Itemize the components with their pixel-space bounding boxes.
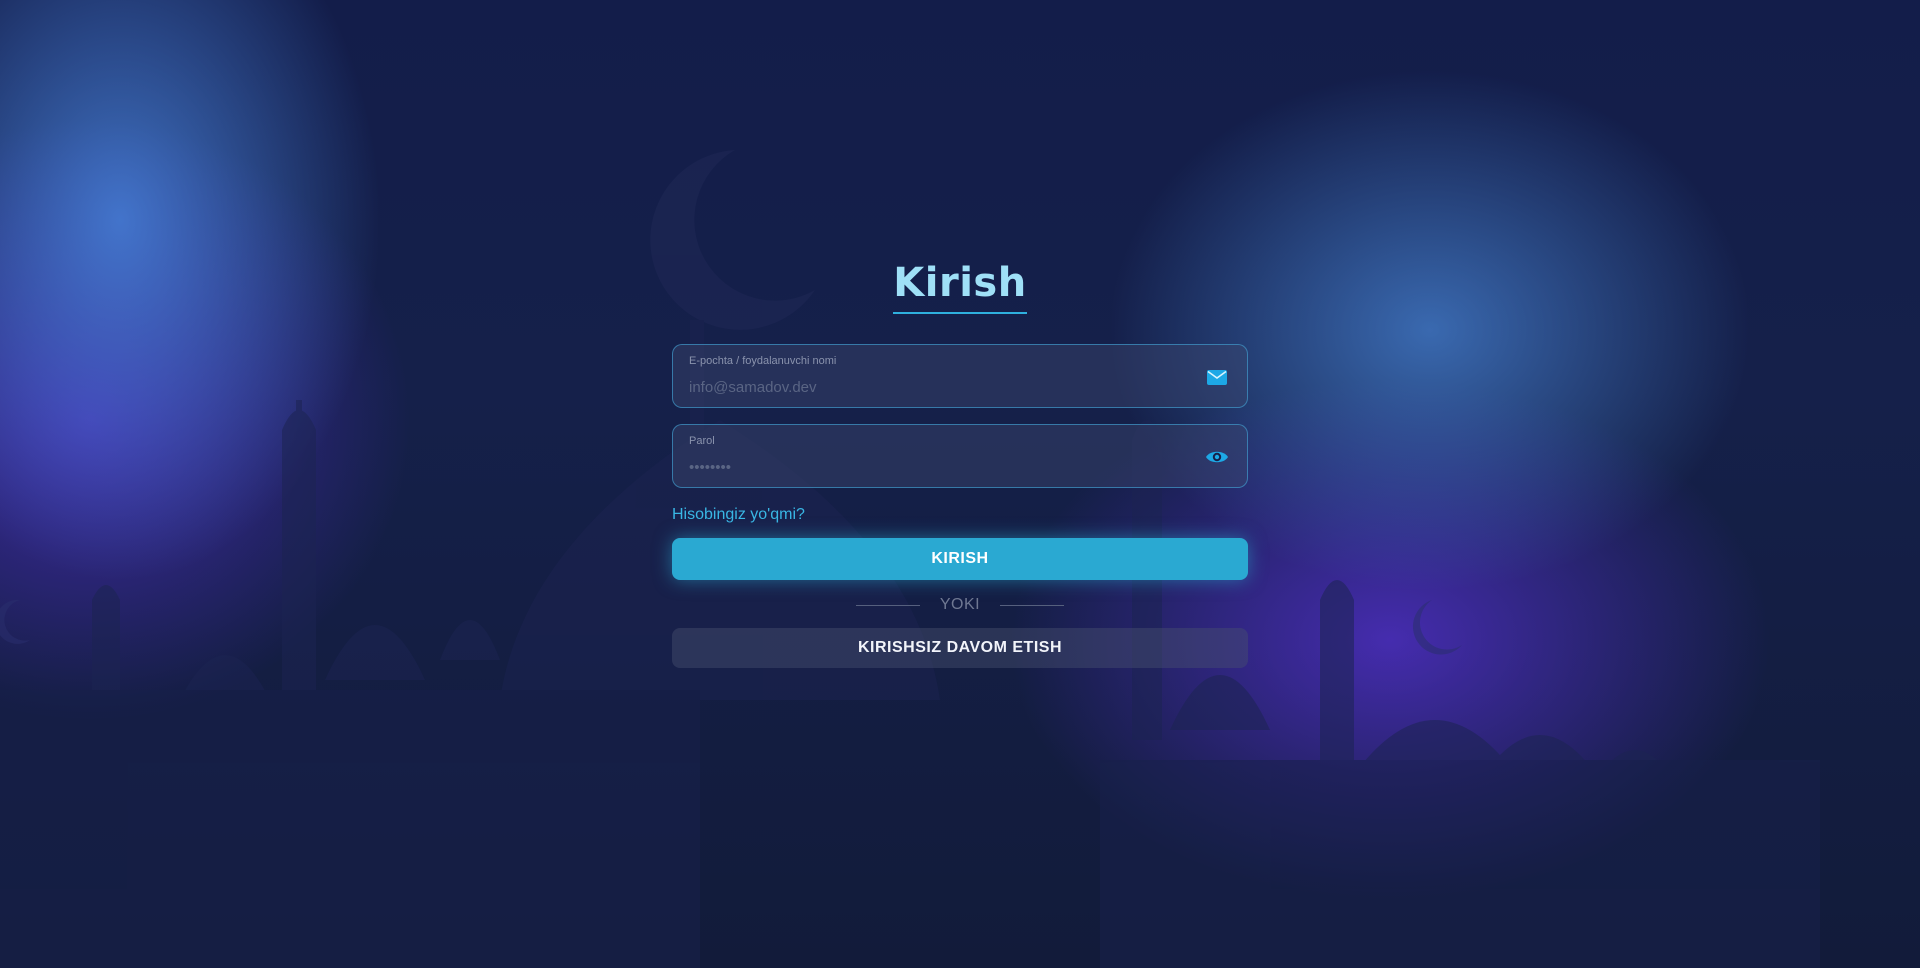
login-screen: Kirish E-pochta / foydalanuvchi nomi Par… <box>0 0 1920 968</box>
email-field[interactable]: E-pochta / foydalanuvchi nomi <box>672 344 1248 408</box>
eye-icon[interactable] <box>1205 445 1229 469</box>
login-form: Kirish E-pochta / foydalanuvchi nomi Par… <box>672 260 1248 668</box>
continue-without-login-button[interactable]: KIRISHSIZ DAVOM ETISH <box>672 628 1248 668</box>
page-title: Kirish <box>893 260 1027 314</box>
divider-line-left <box>855 604 920 606</box>
divider-line-right <box>1000 604 1065 606</box>
divider-text: YOKI <box>939 596 981 613</box>
or-divider: YOKI <box>672 593 1248 617</box>
signup-link[interactable]: Hisobingiz yo'qmi? <box>672 506 805 524</box>
login-button[interactable]: KIRISH <box>672 538 1248 580</box>
email-field-label: E-pochta / foydalanuvchi nomi <box>689 355 837 367</box>
password-field[interactable]: Parol <box>672 424 1248 488</box>
password-input[interactable] <box>689 455 1169 479</box>
email-input[interactable] <box>689 375 1169 399</box>
title-wrap: Kirish <box>672 260 1248 314</box>
password-field-label: Parol <box>689 435 715 447</box>
mail-icon <box>1205 365 1229 389</box>
